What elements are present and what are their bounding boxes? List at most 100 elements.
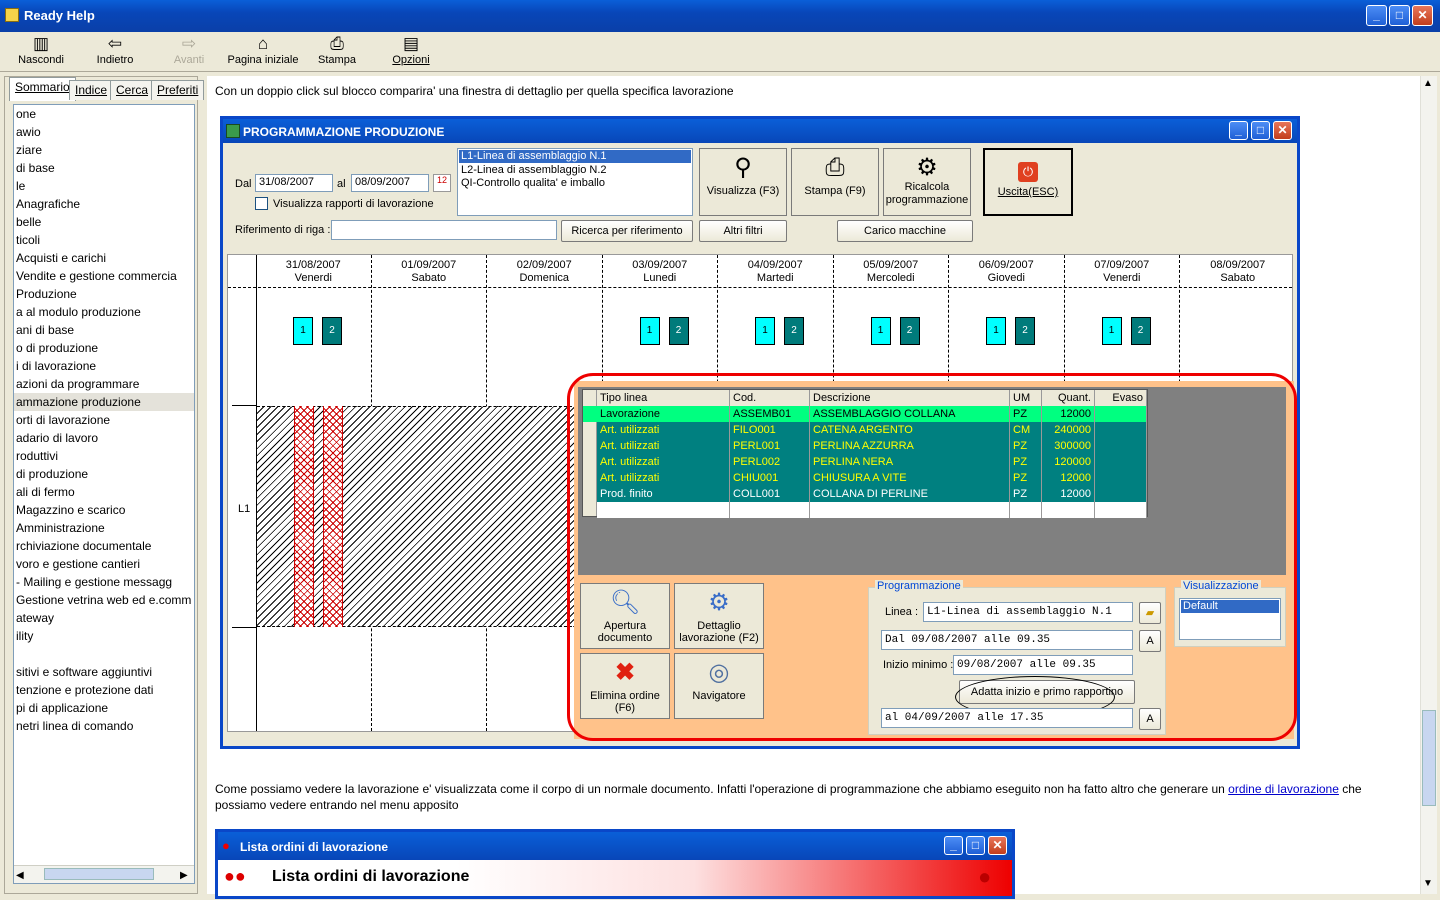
scroll-thumb[interactable] — [1422, 710, 1436, 806]
prog-maximize-button[interactable]: □ — [1251, 121, 1270, 140]
toolbar: ▥ Nascondi ⇦ Indietro ⇨ Avanti ⌂ Pagina iniz… — [0, 32, 1440, 72]
tree-item[interactable]: Vendite e gestione commercia — [14, 267, 194, 285]
content-vertical-scrollbar[interactable]: ▲ ▼ — [1420, 76, 1437, 894]
line-item[interactable]: L1-Linea di assemblaggio N.1 — [459, 150, 691, 163]
tree-item[interactable]: roduttivi — [14, 447, 194, 465]
tree-item[interactable]: voro e gestione cantieri — [14, 555, 194, 573]
tree-item[interactable]: o di produzione — [14, 339, 194, 357]
back-button[interactable]: ⇦ Indietro — [78, 34, 152, 66]
tree-item[interactable]: ali di fermo — [14, 483, 194, 501]
maximize-button[interactable]: □ — [1389, 5, 1410, 26]
day-date: 04/09/2007 — [747, 259, 803, 271]
al-date-field[interactable]: 08/09/2007 — [351, 174, 429, 192]
tree-item[interactable]: Produzione — [14, 285, 194, 303]
scroll-right-icon[interactable]: ▶ — [180, 867, 188, 883]
tab-index[interactable]: Indice — [69, 80, 114, 100]
home-button[interactable]: ⌂ Pagina iniziale — [226, 34, 300, 66]
exit-button[interactable]: ⏻ Uscita(ESC) — [983, 148, 1073, 216]
recalc-button[interactable]: ⚙ Ricalcola programmazione — [883, 148, 971, 216]
schedule-block-2[interactable]: 2 — [784, 317, 804, 345]
scroll-left-icon[interactable]: ◀ — [16, 867, 24, 883]
lista-maximize-button[interactable]: □ — [966, 836, 985, 855]
scroll-down-icon[interactable]: ▼ — [1423, 878, 1433, 889]
tab-favorites[interactable]: Preferiti — [151, 80, 205, 100]
tree-item[interactable]: ani di base — [14, 321, 194, 339]
schedule-block-1[interactable]: 1 — [986, 317, 1006, 345]
tree-item[interactable]: ticoli — [14, 231, 194, 249]
lines-list[interactable]: L1-Linea di assemblaggio N.1 L2-Linea di… — [457, 148, 693, 216]
schedule-block-1[interactable]: 1 — [639, 317, 660, 345]
tree-item[interactable]: netri linea di comando — [14, 717, 194, 735]
work-report-block[interactable] — [294, 406, 314, 627]
tree-item[interactable]: i di lavorazione — [14, 357, 194, 375]
tree-item[interactable]: Acquisti e carichi — [14, 249, 194, 267]
day-weekday: Giovedi — [987, 272, 1025, 284]
tree-item[interactable]: Gestione vetrina web ed e.comm — [14, 591, 194, 609]
calendar-icon[interactable]: 12 — [433, 174, 451, 192]
schedule-block-1[interactable]: 1 — [1101, 317, 1122, 345]
tree-item[interactable]: le — [14, 177, 194, 195]
tree-item[interactable]: Magazzino e scarico — [14, 501, 194, 519]
hide-button[interactable]: ▥ Nascondi — [4, 34, 78, 66]
ref-input[interactable] — [331, 220, 557, 240]
schedule-block-2[interactable]: 2 — [1130, 317, 1151, 345]
tree-item[interactable]: rchiviazione documentale — [14, 537, 194, 555]
tree-item[interactable]: di base — [14, 159, 194, 177]
schedule-block-2[interactable]: 2 — [899, 317, 920, 345]
schedule-block-1[interactable]: 1 — [293, 317, 313, 345]
scroll-up-icon[interactable]: ▲ — [1423, 78, 1433, 89]
tree-item[interactable]: a al modulo produzione — [14, 303, 194, 321]
tree-item[interactable]: sitivi e software aggiuntivi — [14, 663, 194, 681]
lista-close-button[interactable]: ✕ — [988, 836, 1007, 855]
tree-item[interactable]: ility — [14, 627, 194, 645]
work-report-block[interactable] — [323, 406, 343, 627]
tree-item[interactable] — [14, 645, 194, 663]
forward-button[interactable]: ⇨ Avanti — [152, 34, 226, 66]
schedule-block-2[interactable]: 2 — [322, 317, 342, 345]
scroll-thumb[interactable] — [44, 868, 154, 880]
tree-item[interactable]: - Mailing e gestione messagg — [14, 573, 194, 591]
tree-item[interactable]: adario di lavoro — [14, 429, 194, 447]
other-filters-button[interactable]: Altri filtri — [699, 220, 787, 242]
machine-load-button[interactable]: Carico macchine — [837, 220, 973, 242]
view-button[interactable]: ⚲ Visualizza (F3) — [699, 148, 787, 216]
tree-item[interactable]: belle — [14, 213, 194, 231]
schedule-block-1[interactable]: 1 — [870, 317, 891, 345]
schedule-block-2[interactable]: 2 — [668, 317, 689, 345]
tree-item[interactable]: one — [14, 105, 194, 123]
tab-contents[interactable]: Sommario — [9, 77, 76, 101]
contents-tree[interactable]: one awio ziare di base le Anagrafiche belle tic… — [13, 104, 195, 884]
schedule-block-1[interactable]: 1 — [755, 317, 775, 345]
print-report-button[interactable]: ⎙ Stampa (F9) — [791, 148, 879, 216]
tree-item[interactable]: awio — [14, 123, 194, 141]
tree-item[interactable]: azioni da programmare — [14, 375, 194, 393]
tree-item[interactable]: ammazione produzione — [14, 393, 194, 411]
prog-close-button[interactable]: ✕ — [1273, 121, 1292, 140]
line-item[interactable]: QI-Controllo qualita' e imballo — [458, 177, 692, 190]
minimize-button[interactable]: _ — [1366, 5, 1387, 26]
tab-search[interactable]: Cerca — [110, 80, 155, 100]
tree-item[interactable]: pi di applicazione — [14, 699, 194, 717]
dal-date-field[interactable]: 31/08/2007 — [255, 174, 333, 192]
tree-item[interactable]: di produzione — [14, 465, 194, 483]
schedule-block-2[interactable]: 2 — [1015, 317, 1035, 345]
options-button[interactable]: ▤ Opzioni — [374, 34, 448, 66]
tree-item[interactable]: Amministrazione — [14, 519, 194, 537]
print-button[interactable]: ⎙ Stampa — [300, 34, 374, 66]
lista-minimize-button[interactable]: _ — [944, 836, 963, 855]
tree-horizontal-scrollbar[interactable]: ◀ ▶ — [14, 865, 194, 883]
close-button[interactable]: ✕ — [1412, 5, 1433, 26]
day-weekday: Mercoledi — [866, 272, 915, 284]
tree-item[interactable]: ateway — [14, 609, 194, 627]
day-header: 04/09/2007 Martedi — [718, 255, 833, 285]
prog-minimize-button[interactable]: _ — [1229, 121, 1248, 140]
work-order-link[interactable]: ordine di lavorazione — [1228, 782, 1339, 796]
tree-item[interactable]: tenzione e protezione dati — [14, 681, 194, 699]
tree-item[interactable]: Anagrafiche — [14, 195, 194, 213]
tree-item[interactable]: orti di lavorazione — [14, 411, 194, 429]
search-ref-button[interactable]: Ricerca per riferimento — [561, 220, 693, 242]
row-label-l1: L1 — [238, 503, 251, 515]
show-reports-checkbox[interactable] — [255, 197, 268, 210]
tree-item[interactable]: ziare — [14, 141, 194, 159]
line-item[interactable]: L2-Linea di assemblaggio N.2 — [458, 164, 692, 177]
